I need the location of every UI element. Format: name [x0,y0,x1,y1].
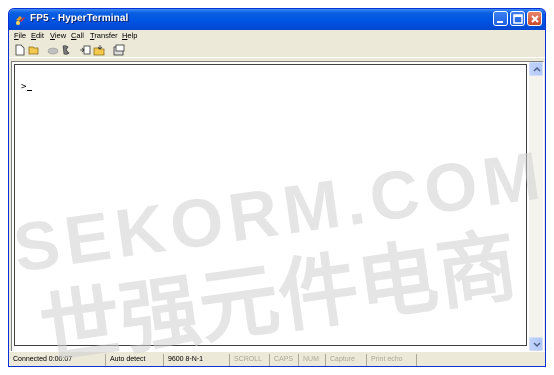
maximize-icon [513,14,523,24]
status-num: NUM [298,354,325,366]
status-bar: Connected 0:00:07 Auto detect 9600 8-N-1… [9,351,545,366]
status-capture: Capture [325,354,366,366]
receive-icon[interactable] [93,44,105,56]
maximize-button[interactable] [510,11,525,26]
open-icon[interactable] [28,44,40,56]
properties-icon[interactable] [113,44,125,56]
terminal-screen[interactable]: > [14,64,527,346]
vertical-scrollbar[interactable] [529,62,543,351]
hyperterminal-phone-icon [16,16,25,25]
menu-edit[interactable]: Edit [31,31,44,40]
minimize-icon [497,21,503,23]
disconnect-icon[interactable] [60,44,72,56]
scroll-up-button[interactable] [529,62,543,76]
title-bar[interactable]: FP5 - HyperTerminal [9,9,545,30]
status-caps: CAPS [269,354,298,366]
menu-bar: File Edit View Call Transfer Help [9,30,545,42]
status-connected: Connected 0:00:07 [13,356,73,363]
menu-help[interactable]: Help [122,31,137,40]
text-cursor [27,90,33,91]
send-icon[interactable] [79,44,91,56]
connect-icon[interactable] [47,44,59,56]
terminal-frame: > [11,61,544,352]
minimize-button[interactable] [493,11,508,26]
new-icon[interactable] [14,44,26,56]
close-button[interactable] [527,11,542,26]
status-scroll: SCROLL [229,354,269,366]
menu-transfer[interactable]: Transfer [90,31,118,40]
menu-view[interactable]: View [50,31,66,40]
toolbar [9,42,545,58]
terminal-prompt: > [21,82,33,92]
status-empty-pane [416,354,545,366]
window-title: FP5 - HyperTerminal [30,13,129,24]
chevron-up-icon [533,66,541,72]
close-icon [531,15,539,23]
chevron-down-icon [533,342,541,348]
status-detect: Auto detect [105,354,163,366]
status-settings: 9600 8-N-1 [163,354,229,366]
hyperterminal-window: FP5 - HyperTerminal File Edit View Call … [8,8,546,367]
menu-call[interactable]: Call [71,31,84,40]
status-print-echo: Print echo [366,354,416,366]
menu-file[interactable]: File [14,31,26,40]
scroll-down-button[interactable] [529,337,543,351]
